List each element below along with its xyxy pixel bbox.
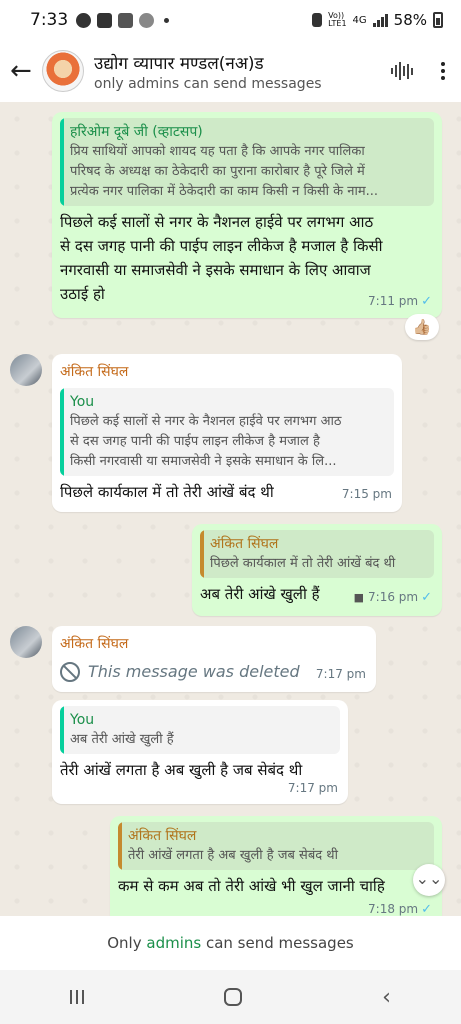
status-time: 7:33 <box>30 10 69 30</box>
read-check-icon: ✓ <box>421 294 432 309</box>
admin-only-notice: Only admins can send messages <box>0 916 461 970</box>
sender-avatar[interactable] <box>10 354 42 386</box>
message-meta: 7:15 pm <box>341 487 392 501</box>
kebab-menu-icon[interactable] <box>441 62 445 80</box>
sender-avatar[interactable] <box>10 626 42 658</box>
arrow-left-icon[interactable]: ← <box>10 56 36 86</box>
quoted-message[interactable]: अंकित सिंघल पिछले कार्यकाल में तो तेरी आ… <box>200 530 434 578</box>
message-outgoing[interactable]: अंकित सिंघल पिछले कार्यकाल में तो तेरी आ… <box>192 524 442 616</box>
back-icon[interactable]: ‹ <box>382 985 391 1010</box>
message-outgoing[interactable]: अंकित सिंघल तेरी आंखें लगता है अब खुली ह… <box>110 816 442 916</box>
message-meta: 7:17 pm <box>315 667 366 681</box>
message-text: कम से कम अब तो तेरी आंखे भी खुल जानी चाह… <box>118 877 385 895</box>
quoted-message[interactable]: हरिओम दूबे जी (व्हाटसप) प्रिय साथियों आप… <box>60 118 434 206</box>
mail-icon <box>118 12 134 28</box>
sender-name[interactable]: अंकित सिंघल <box>60 632 368 656</box>
voice-chat-icon[interactable] <box>391 61 413 81</box>
read-check-icon: ✓ <box>421 902 432 916</box>
group-avatar[interactable] <box>42 50 84 92</box>
battery-icon <box>433 12 443 28</box>
read-check-icon: ✓ <box>421 590 432 605</box>
scroll-down-icon[interactable]: ⌄⌄ <box>413 864 445 896</box>
chat-title: उद्योग व्यापार मण्डल(नअ)ड <box>94 53 264 74</box>
quoted-message[interactable]: You पिछले कई सालों से नगर के नैशनल हाईवे… <box>60 388 394 476</box>
recent-apps-icon[interactable] <box>70 990 85 1004</box>
sender-name[interactable]: अंकित सिंघल <box>60 360 394 384</box>
admins-link[interactable]: admins <box>146 934 201 952</box>
network-type: 4G <box>352 14 367 26</box>
message-incoming-deleted[interactable]: अंकित सिंघल This message was deleted 7:1… <box>52 626 376 692</box>
status-bar: 7:33 Vo)) LTE1 4G 58% <box>0 0 461 40</box>
home-icon[interactable] <box>224 988 243 1006</box>
quoted-message[interactable]: You अब तेरी आंखे खुली हैं <box>60 706 340 754</box>
chat-info[interactable]: उद्योग व्यापार मण्डल(नअ)ड only admins ca… <box>94 51 391 92</box>
chat-area[interactable]: हरिओम दूबे जी (व्हाटसप) प्रिय साथियों आप… <box>0 102 461 916</box>
message-meta: ■ 7:16 pm ✓ <box>353 590 432 605</box>
blocked-icon <box>60 662 80 682</box>
bookmark-icon: ■ <box>353 591 365 604</box>
message-meta: 7:11 pm ✓ <box>368 294 432 309</box>
system-status: Vo)) LTE1 4G 58% <box>312 11 443 29</box>
notification-icons <box>76 12 170 28</box>
signal-icon <box>372 13 388 27</box>
volte-indicator: Vo)) LTE1 <box>328 11 347 28</box>
message-incoming[interactable]: अंकित सिंघल You पिछले कई सालों से नगर के… <box>52 354 402 512</box>
reaction-badge[interactable]: 👍🏼 <box>405 314 439 340</box>
battery-saver-icon <box>312 13 323 27</box>
chat-subtitle: only admins can send messages <box>94 75 322 92</box>
message-outgoing[interactable]: हरिओम दूबे जी (व्हाटसप) प्रिय साथियों आप… <box>52 112 442 318</box>
accessibility-icon <box>139 12 155 28</box>
messenger-icon <box>76 12 92 28</box>
more-notifications-icon <box>164 17 170 23</box>
battery-percent: 58% <box>393 11 427 29</box>
chat-header: ← उद्योग व्यापार मण्डल(नअ)ड only admins … <box>0 40 461 102</box>
message-meta: 7:18 pm ✓ <box>368 902 432 916</box>
quoted-message[interactable]: अंकित सिंघल तेरी आंखें लगता है अब खुली ह… <box>118 822 434 870</box>
android-nav-bar: ‹ <box>0 970 461 1024</box>
message-incoming[interactable]: You अब तेरी आंखे खुली हैं तेरी आंखें लगत… <box>52 700 348 804</box>
message-meta: 7:17 pm <box>287 781 338 795</box>
youtube-icon <box>97 12 113 28</box>
